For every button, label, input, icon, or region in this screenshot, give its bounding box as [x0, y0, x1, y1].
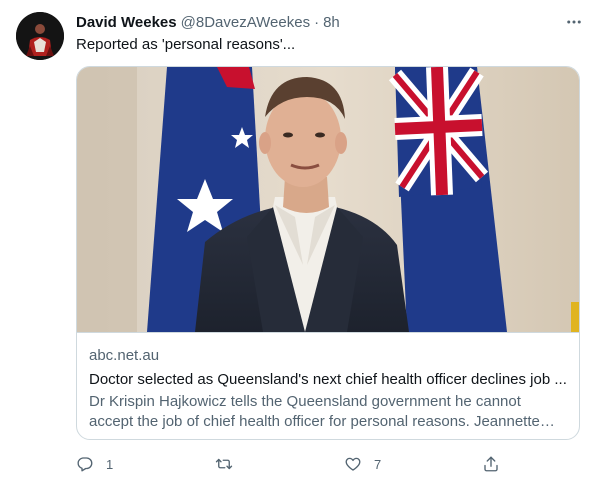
separator-dot: ·: [314, 13, 320, 31]
author-handle[interactable]: @8DavezAWeekes: [181, 14, 310, 31]
card-title: Doctor selected as Queensland's next chi…: [89, 371, 567, 388]
retweet-icon: [215, 458, 233, 470]
avatar-image: [16, 12, 64, 60]
link-card[interactable]: abc.net.au Doctor selected as Queensland…: [76, 66, 580, 440]
avatar[interactable]: [16, 12, 64, 60]
tweet-text: Reported as 'personal reasons'...: [76, 36, 296, 53]
card-body[interactable]: abc.net.au Doctor selected as Queensland…: [77, 332, 579, 439]
reply-button[interactable]: 1: [76, 450, 113, 478]
card-image[interactable]: [77, 67, 579, 332]
tweet-timestamp[interactable]: 8h: [323, 14, 340, 31]
share-icon: [484, 456, 498, 472]
card-description: Dr Krispin Hajkowicz tells the Queenslan…: [89, 393, 540, 430]
tweet-actions: 1 7: [76, 450, 506, 478]
tweet-header: David Weekes @8DavezAWeekes · 8h: [76, 12, 582, 32]
reply-icon: [77, 457, 93, 472]
author-display-name[interactable]: David Weekes: [76, 14, 177, 31]
heart-icon: [345, 457, 361, 471]
tweet[interactable]: David Weekes @8DavezAWeekes · 8h Reporte…: [0, 0, 598, 484]
retweet-button[interactable]: [215, 450, 245, 478]
more-options-button[interactable]: [560, 8, 588, 36]
card-photo: [77, 67, 579, 332]
more-horizontal-icon: [567, 20, 581, 24]
like-count: 7: [374, 456, 382, 472]
reply-count: 1: [106, 456, 114, 472]
share-button[interactable]: [482, 450, 500, 478]
card-domain: abc.net.au: [89, 347, 160, 364]
like-button[interactable]: 7: [344, 450, 381, 478]
